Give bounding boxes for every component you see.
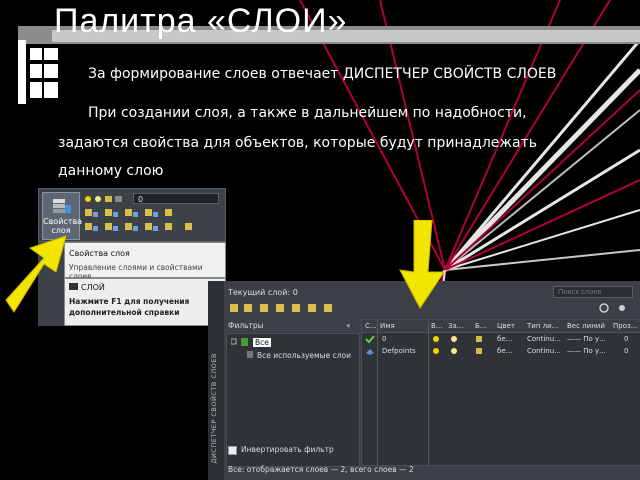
layer-state-icons	[85, 196, 122, 202]
layer-lineweight: —— По у...	[567, 347, 606, 355]
manager-side-bar[interactable]: ДИСПЕТЧЕР СВОЙСТВ СЛОЕВ	[208, 281, 224, 480]
slide-text-line-4: данному слою	[58, 163, 164, 179]
collapse-filters-button[interactable]: «	[346, 321, 351, 330]
help-line-2: дополнительной справки	[69, 308, 180, 317]
arrow-left-icon	[5, 235, 67, 313]
layer-dropdown[interactable]: 0	[133, 193, 219, 204]
status-bar: Все: отображается слоев — 2, всего слоев…	[228, 465, 414, 474]
layer-linetype: Continu...	[527, 347, 561, 355]
help-title: СЛОЙ	[81, 283, 105, 292]
table-row[interactable]: Defpoints бе... Continu... —— По у... 0	[362, 346, 640, 357]
slide-text-line-3: задаются свойства для объектов, которые …	[58, 135, 538, 151]
layer-color: бе...	[497, 347, 513, 355]
col-status[interactable]: С...	[365, 322, 377, 330]
slide-title: Палитра «СЛОИ»	[54, 2, 348, 40]
decorative-blocks	[18, 40, 62, 104]
layer-toolbar-icons[interactable]	[230, 302, 350, 314]
layer-properties-tooltip: Свойства слоя Управление слоями и свойст…	[64, 242, 226, 281]
col-on[interactable]: В...	[431, 322, 442, 330]
help-tooltip: СЛОЙ Нажмите F1 для получения дополнител…	[64, 278, 226, 326]
filters-label: Фильтры «	[228, 321, 351, 330]
tooltip-title: Свойства слоя	[69, 249, 130, 258]
col-lock[interactable]: Б...	[475, 322, 486, 330]
layer-transparency: 0	[624, 335, 629, 343]
slide-text-line-1: За формирование слоев отвечает ДИСПЕТЧЕР…	[88, 66, 557, 82]
layer-color: бе...	[497, 335, 513, 343]
col-freeze[interactable]: За...	[448, 322, 463, 330]
arrow-down-icon	[399, 220, 445, 309]
help-line-1: Нажмите F1 для получения	[69, 297, 190, 306]
layer-icon	[366, 349, 374, 355]
layer-linetype: Continu...	[527, 335, 561, 343]
col-transparency[interactable]: Проз...	[613, 322, 637, 330]
filter-used-layers[interactable]: Все используемые слои	[257, 351, 351, 360]
layer-name: 0	[382, 335, 387, 343]
layer-search-input[interactable]	[553, 286, 633, 298]
layer-properties-icon	[53, 199, 71, 213]
current-layer-check-icon	[365, 335, 375, 344]
layer-state-icons	[433, 348, 482, 354]
filter-all[interactable]: Все	[253, 338, 271, 347]
layer-tool-icons[interactable]	[83, 207, 223, 237]
layer-grid: С... Имя В... За... Б... Цвет Тип ли... …	[361, 319, 640, 466]
layer-transparency: 0	[624, 347, 629, 355]
current-layer-label: Текущий слой: 0	[228, 288, 298, 297]
invert-filter-checkbox[interactable]: Инвертировать фильтр	[228, 445, 334, 455]
col-lineweight[interactable]: Вес линий	[567, 322, 605, 330]
layer-state-icons	[433, 336, 482, 342]
col-linetype[interactable]: Тип ли...	[527, 322, 558, 330]
grid-header: С... Имя В... За... Б... Цвет Тип ли... …	[362, 320, 640, 333]
col-color[interactable]: Цвет	[497, 322, 515, 330]
layer-properties-manager: ДИСПЕТЧЕР СВОЙСТВ СЛОЕВ Текущий слой: 0 …	[208, 281, 640, 480]
filter-tree-icons	[231, 338, 253, 358]
slide-text-line-2: При создании слоя, а также в дальнейшем …	[88, 105, 527, 121]
table-row[interactable]: 0 бе... Continu... —— По у... 0	[362, 334, 640, 345]
layer-name: Defpoints	[382, 347, 416, 355]
manager-side-title: ДИСПЕТЧЕР СВОЙСТВ СЛОЕВ	[210, 353, 218, 464]
col-name[interactable]: Имя	[380, 322, 395, 330]
refresh-settings-icons[interactable]	[596, 302, 636, 314]
layer-lineweight: —— По у...	[567, 335, 606, 343]
checkbox-icon	[228, 445, 237, 455]
